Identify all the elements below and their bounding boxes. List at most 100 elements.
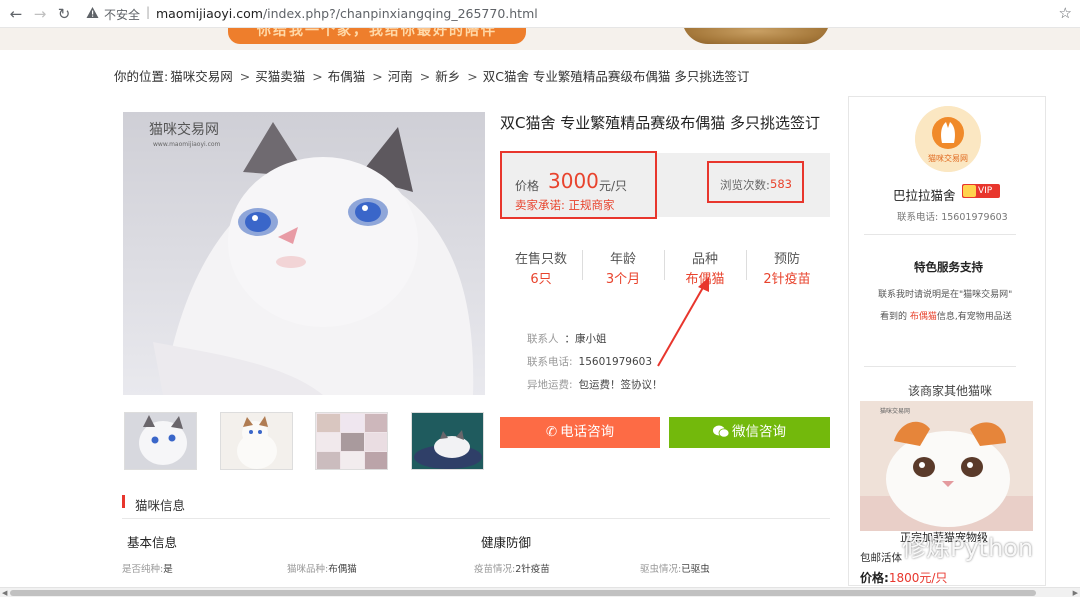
sidebar-divider	[864, 366, 1016, 367]
section-title: 猫咪信息	[135, 498, 186, 513]
back-icon[interactable]: ←	[6, 4, 26, 24]
gift-note-pre: 看到的	[880, 312, 908, 322]
scroll-left-icon[interactable]: ◀	[2, 589, 7, 597]
annotation-arrow	[657, 277, 709, 367]
warning-icon[interactable]	[86, 6, 99, 19]
detail-label: 猫咪品种:	[287, 564, 329, 575]
photo-watermark: 猫咪交易网	[149, 121, 219, 138]
other-photo-watermark: 猫咪交易网	[880, 407, 910, 415]
url-path: /index.php?/chanpinxiangqing_265770.html	[262, 6, 538, 21]
stat-label: 年龄	[609, 252, 636, 267]
phone-consult-button[interactable]: ✆ 电话咨询	[500, 417, 660, 448]
vip-diamond-icon	[963, 185, 976, 197]
stat-value: 2针疫苗	[763, 272, 811, 287]
shop-name[interactable]: 巴拉拉猫舍	[893, 185, 956, 204]
stat-age: 年龄 3个月	[582, 242, 664, 288]
detail-label: 是否纯种:	[122, 564, 164, 575]
other-cat-caption[interactable]: 包邮活体	[860, 550, 902, 565]
insecure-label[interactable]: 不安全	[104, 6, 140, 23]
stat-label: 在售只数	[514, 252, 567, 267]
breadcrumb-separator: >	[467, 69, 478, 84]
thumbnail[interactable]	[411, 412, 484, 470]
reload-icon[interactable]: ↻	[54, 4, 74, 24]
gift-note-post: 信息,有宠物用品送	[936, 312, 1012, 322]
detail-label: 疫苗情况:	[474, 564, 516, 575]
gift-note-breed: 布偶猫	[909, 312, 937, 322]
listing-title: 双C猫舍 专业繁殖精品赛级布偶猫 多只挑选签订	[500, 114, 821, 132]
horizontal-scrollbar[interactable]: ◀ ▶	[0, 587, 1080, 597]
phone-consult-label: 电话咨询	[560, 424, 615, 440]
breadcrumb-link[interactable]: 河南	[388, 69, 413, 84]
contact-label: 联系人	[527, 333, 559, 345]
scrollbar-thumb[interactable]	[10, 590, 1036, 596]
gift-note: 看到的 布偶猫信息,有宠物用品送	[880, 309, 1012, 322]
price-label: 价格	[515, 179, 540, 193]
other-price-value: 1800元/只	[888, 571, 948, 585]
detail-item: 疫苗情况:2针疫苗	[474, 561, 550, 575]
stat-value: 3个月	[605, 272, 641, 287]
detail-value: 2针疫苗	[515, 564, 550, 575]
stat-vaccine: 预防 2针疫苗	[746, 242, 828, 288]
vip-badge: VIP	[962, 184, 1000, 198]
shipping-row: 异地运费: 包运费！签协议！	[527, 377, 663, 392]
url-host: maomijiaoyi.com	[156, 6, 263, 21]
stat-label: 品种	[691, 252, 718, 267]
views-count: 583	[770, 177, 792, 191]
feature-title: 特色服务支持	[914, 260, 983, 274]
health-title: 健康防御	[481, 535, 532, 550]
breadcrumb-link[interactable]: 布偶猫	[328, 69, 366, 84]
stat-label: 预防	[773, 252, 800, 267]
detail-value: 布偶猫	[328, 564, 357, 575]
detail-value: 是	[163, 564, 173, 575]
wechat-consult-label: 微信咨询	[732, 424, 786, 440]
breadcrumb-separator: >	[312, 69, 323, 84]
breadcrumb-link[interactable]: 买猫卖猫	[255, 69, 305, 84]
other-cats-title: 该商家其他猫咪	[908, 384, 993, 398]
section-marker	[122, 495, 125, 508]
scroll-right-icon[interactable]: ▶	[1073, 589, 1078, 597]
thumbnail[interactable]	[220, 412, 293, 470]
top-banner: 你给我一个家，我给你最好的陪伴	[0, 28, 1080, 50]
shop-phone: 联系电话: 15601979603	[897, 212, 1008, 223]
browser-toolbar: ← → ↻ 不安全 | maomijiaoyi.com/index.php?/c…	[0, 0, 1080, 28]
section-divider	[122, 518, 830, 519]
price-unit: 元/只	[599, 179, 628, 193]
forward-icon[interactable]: →	[30, 4, 50, 24]
other-cat-price: 价格:1800元/只	[860, 569, 947, 586]
kitten-image: 猫咪交易网 www.maomijiaoyi.com	[123, 112, 485, 395]
vip-label: VIP	[978, 186, 993, 196]
detail-label: 驱虫情况:	[640, 564, 682, 575]
banner-slogan: 你给我一个家，我给你最好的陪伴	[228, 28, 526, 44]
stat-stock: 在售只数 6只	[500, 242, 582, 288]
detail-item: 猫咪品种:布偶猫	[287, 561, 357, 575]
contact-note: 联系我时请说明是在"猫咪交易网"	[878, 290, 1013, 300]
views-label: 浏览次数:	[720, 178, 770, 192]
breadcrumb-separator: >	[239, 69, 251, 84]
address-bar[interactable]: maomijiaoyi.com/index.php?/chanpinxiangq…	[156, 6, 538, 21]
phone-icon: ✆	[545, 424, 558, 440]
logo-text: 猫咪交易网	[928, 153, 968, 163]
breadcrumb-current: 双C猫舍 专业繁殖精品赛级布偶猫 多只挑选签订	[482, 69, 750, 84]
basic-info-title: 基本信息	[127, 535, 178, 550]
seller-promise: 卖家承诺: 正规商家	[515, 198, 615, 212]
phone-row: 联系电话: 15601979603	[527, 354, 652, 369]
price-value: 3000	[548, 169, 599, 193]
thumbnail[interactable]	[124, 412, 197, 470]
shop-logo[interactable]: 猫咪交易网	[915, 106, 981, 172]
stat-value: 6只	[530, 272, 552, 287]
wechat-icon	[713, 417, 730, 448]
bookmark-star-icon[interactable]: ☆	[1059, 4, 1072, 22]
other-price-label: 价格:	[860, 571, 889, 585]
breadcrumb-separator: >	[372, 69, 383, 84]
detail-value: 已驱虫	[681, 564, 710, 575]
wechat-consult-button[interactable]: 微信咨询	[669, 417, 830, 448]
phone-number: 15601979603	[578, 356, 653, 368]
contact-name: ：康小姐	[564, 333, 607, 345]
breadcrumb-link[interactable]: 猫咪交易网	[170, 69, 233, 84]
detail-item: 是否纯种:是	[122, 561, 173, 575]
thumbnail[interactable]	[315, 412, 388, 470]
main-cat-photo[interactable]: 猫咪交易网 www.maomijiaoyi.com	[123, 112, 485, 395]
other-cat-photo[interactable]: 猫咪交易网	[860, 401, 1033, 531]
breadcrumb-link[interactable]: 新乡	[435, 69, 460, 84]
shipping-label: 异地运费:	[527, 379, 573, 391]
